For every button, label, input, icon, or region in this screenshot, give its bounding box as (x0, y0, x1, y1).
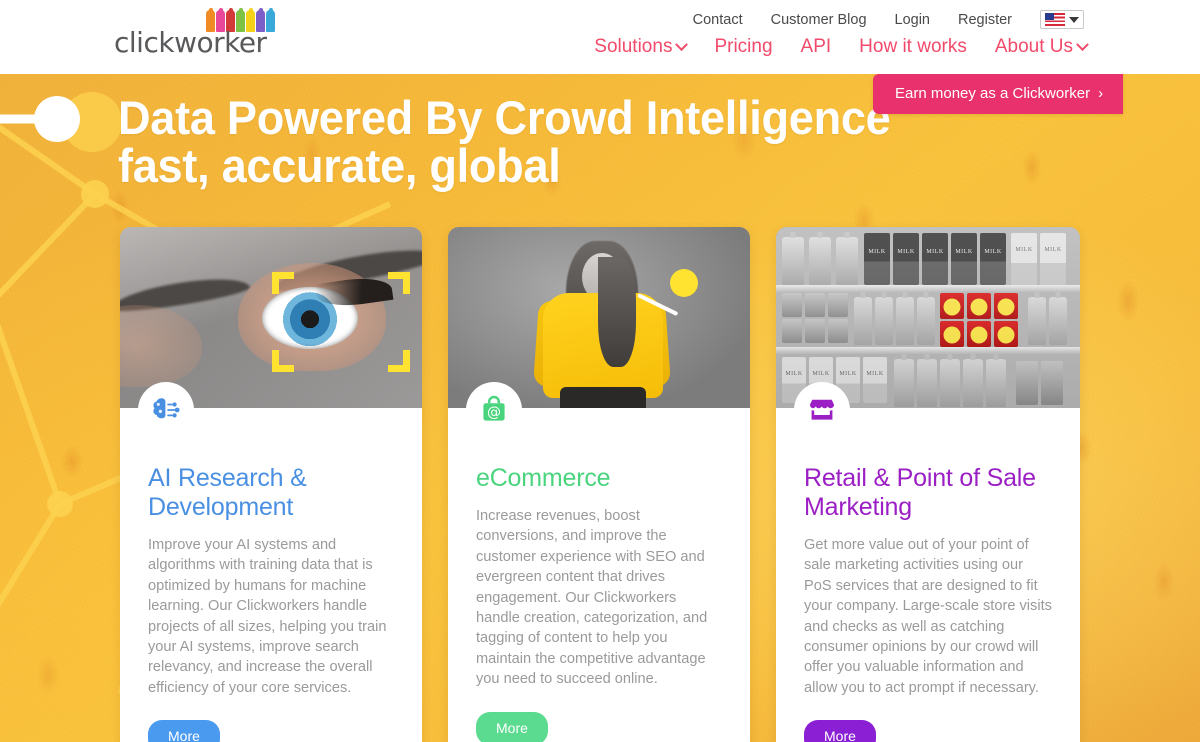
topnav-item-customer-blog[interactable]: Customer Blog (771, 12, 867, 28)
nav-label-about-us: About Us (994, 36, 1073, 57)
solution-cards: AI Research & Development Improve your A… (0, 74, 1200, 742)
card-icon-badge-ecommerce: @ (466, 382, 522, 438)
primary-nav: Solutions Pricing API How it works About… (594, 36, 1089, 58)
nav-item-solutions[interactable]: Solutions (594, 36, 689, 58)
site-header: clickworker Contact Customer Blog Login … (0, 0, 1200, 74)
more-button-ecommerce[interactable]: More (476, 711, 548, 742)
chevron-down-icon (675, 37, 689, 51)
more-button-ai[interactable]: More (148, 720, 220, 742)
brain-circuit-icon (153, 398, 180, 419)
hero-section: Data Powered By Crowd Intelligence fast,… (0, 74, 1200, 742)
nav-item-how-it-works[interactable]: How it works (859, 36, 967, 58)
top-utility-nav: Contact Customer Blog Login Register (693, 10, 1084, 29)
card-image-ecommerce (448, 227, 750, 408)
nav-label-solutions: Solutions (594, 36, 673, 57)
card-image-retail (776, 227, 1080, 408)
us-flag-icon (1045, 13, 1065, 26)
topnav-item-login[interactable]: Login (895, 12, 930, 28)
chevron-down-icon (1069, 16, 1079, 23)
card-retail-pos[interactable]: Retail & Point of Sale Marketing Get mor… (776, 227, 1080, 742)
card-body-ecommerce: eCommerce Increase revenues, boost conve… (448, 464, 750, 742)
nav-item-about-us[interactable]: About Us (994, 36, 1089, 58)
card-title-retail: Retail & Point of Sale Marketing (804, 464, 1036, 521)
logo-text: clickworker (114, 26, 267, 59)
card-ai-research[interactable]: AI Research & Development Improve your A… (120, 227, 422, 742)
topnav-item-contact[interactable]: Contact (693, 12, 743, 28)
card-text-ai: Improve your AI systems and algorithms w… (148, 537, 387, 696)
chevron-down-icon (1076, 37, 1089, 51)
card-ecommerce[interactable]: @ eCommerce Increase revenues, boost con… (448, 227, 750, 742)
card-body-ai: AI Research & Development Improve your A… (120, 464, 422, 742)
page-root: clickworker Contact Customer Blog Login … (0, 0, 1200, 742)
topnav-item-register[interactable]: Register (958, 12, 1012, 28)
more-button-retail[interactable]: More (804, 720, 876, 742)
earn-money-cta-button[interactable]: Earn money as a Clickworker › (873, 74, 1124, 114)
language-selector[interactable] (1040, 10, 1084, 29)
card-icon-badge-ai (138, 382, 194, 438)
nav-item-pricing[interactable]: Pricing (714, 36, 772, 58)
card-image-eye-detection (120, 227, 422, 408)
cta-label: Earn money as a Clickworker (895, 85, 1091, 102)
brand-logo[interactable]: clickworker (114, 8, 275, 62)
card-title-ai: AI Research & Development (148, 464, 307, 521)
shopping-bag-at-icon: @ (483, 395, 505, 421)
card-body-retail: Retail & Point of Sale Marketing Get mor… (776, 464, 1080, 742)
chevron-right-icon: › (1098, 85, 1104, 102)
card-text-retail: Get more value out of your point of sale… (804, 537, 1052, 696)
card-text-ecommerce: Increase revenues, boost conversions, an… (476, 508, 708, 688)
card-title-ecommerce: eCommerce (476, 464, 611, 492)
storefront-icon (810, 399, 834, 420)
card-icon-badge-retail (794, 382, 850, 438)
svg-text:@: @ (487, 404, 501, 420)
detection-frame-icon (272, 272, 410, 372)
marker-dot-icon (670, 269, 698, 297)
nav-item-api[interactable]: API (801, 36, 832, 58)
